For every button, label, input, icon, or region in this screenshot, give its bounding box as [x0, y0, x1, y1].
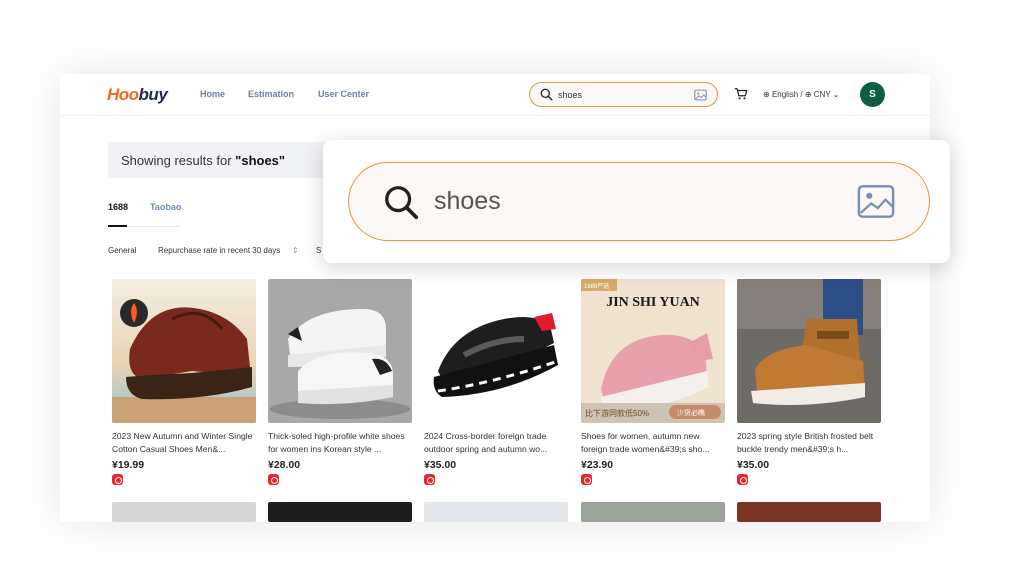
avatar[interactable]: S: [860, 82, 885, 107]
product-title[interactable]: 2024 Cross-border foreign trade outdoor …: [424, 430, 568, 456]
zoomed-search-input[interactable]: shoes: [348, 162, 930, 241]
product-price: ¥19.99: [112, 459, 145, 471]
filter-repurchase[interactable]: Repurchase rate in recent 30 days: [158, 246, 280, 255]
nav-home[interactable]: Home: [200, 89, 225, 99]
product-overlay-tag: 1688严选: [584, 284, 610, 290]
logo-part-orange: Hoo: [107, 85, 139, 104]
product-card[interactable]: 2024 Cross-border foreign trade outdoor …: [424, 279, 568, 485]
active-tab-indicator: [108, 225, 127, 227]
product-title[interactable]: Shoes for women, autumn new foreign trad…: [581, 430, 725, 456]
product-card[interactable]: [268, 502, 412, 522]
product-image[interactable]: [737, 279, 881, 423]
search-icon[interactable]: [382, 183, 420, 221]
results-text: Showing results for "shoes": [121, 153, 285, 168]
product-title[interactable]: 2023 New Autumn and Winter Single Cotton…: [112, 430, 256, 456]
product-card[interactable]: [424, 502, 568, 522]
store-badge-icon: [581, 474, 592, 485]
product-price: ¥23.90: [581, 459, 614, 471]
product-card[interactable]: Thick-soled high-profile white shoes for…: [268, 279, 412, 485]
product-card[interactable]: [112, 502, 256, 522]
image-search-icon[interactable]: [857, 184, 895, 219]
store-badge-icon: [737, 474, 748, 485]
top-bar: Hoobuy Home Estimation User Center shoes…: [60, 74, 930, 116]
logo-part-navy: buy: [138, 85, 168, 104]
results-query: "shoes": [235, 153, 286, 168]
product-overlay-brand: JIN SHI YUAN: [606, 295, 700, 310]
product-price: ¥35.00: [737, 459, 770, 471]
nav-estimation[interactable]: Estimation: [248, 89, 294, 99]
product-card[interactable]: 2023 spring style British frosted belt b…: [737, 279, 881, 485]
product-title[interactable]: 2023 spring style British frosted belt b…: [737, 430, 881, 456]
tab-1688[interactable]: 1688: [108, 202, 128, 212]
product-image[interactable]: [268, 279, 412, 423]
product-price: ¥35.00: [424, 459, 457, 471]
locale-label: English / ⊕ CNY: [771, 90, 831, 99]
tab-taobao[interactable]: Taobao: [150, 202, 181, 212]
locale-selector[interactable]: ⊕ English / ⊕ CNY ⌄: [763, 90, 839, 99]
store-badge-icon: [268, 474, 279, 485]
product-price: ¥28.00: [268, 459, 301, 471]
product-card[interactable]: [581, 502, 725, 522]
store-badge-icon: [112, 474, 123, 485]
filter-general[interactable]: General: [108, 246, 136, 255]
product-overlay-discount: 比下游同款低50%: [585, 409, 650, 418]
filter-next[interactable]: S: [316, 246, 321, 255]
product-image[interactable]: [424, 279, 568, 423]
logo[interactable]: Hoobuy: [107, 85, 168, 105]
zoomed-search-callout: shoes: [323, 140, 950, 263]
search-input[interactable]: shoes: [529, 82, 718, 107]
search-value: shoes: [558, 90, 583, 100]
product-card[interactable]: 1688严选 JIN SHI YUAN 比下游同款低50% 少货必瞧 Shoes…: [581, 279, 725, 485]
product-card[interactable]: 2023 New Autumn and Winter Single Cotton…: [112, 279, 256, 485]
product-image[interactable]: [112, 279, 256, 423]
product-card[interactable]: [737, 502, 881, 522]
stage: Hoobuy Home Estimation User Center shoes…: [0, 0, 1014, 586]
product-image[interactable]: 1688严选 JIN SHI YUAN 比下游同款低50% 少货必瞧: [581, 279, 725, 423]
product-title[interactable]: Thick-soled high-profile white shoes for…: [268, 430, 412, 456]
zoomed-search-value: shoes: [434, 187, 501, 215]
sort-icon[interactable]: ⇕: [292, 246, 299, 255]
cart-icon[interactable]: [734, 87, 748, 101]
globe-icon: ⊕: [763, 90, 772, 99]
product-overlay-note: 少货必瞧: [677, 410, 705, 417]
search-icon[interactable]: [540, 88, 553, 101]
store-badge-icon: [424, 474, 435, 485]
nav-user-center[interactable]: User Center: [318, 89, 369, 99]
image-search-icon[interactable]: [694, 89, 707, 101]
chevron-down-icon: ⌄: [830, 90, 840, 99]
results-prefix: Showing results for: [121, 153, 236, 168]
